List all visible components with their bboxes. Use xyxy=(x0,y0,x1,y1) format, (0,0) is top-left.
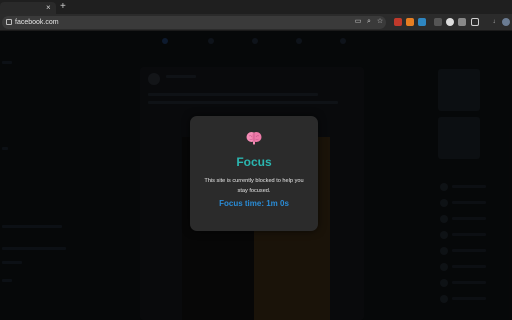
browser-tab-bar: × + xyxy=(0,0,512,14)
tab-close-button[interactable]: × xyxy=(46,3,51,13)
browser-tab[interactable]: × xyxy=(0,2,56,14)
cast-icon[interactable]: ▭ xyxy=(354,18,362,26)
site-settings-icon[interactable] xyxy=(6,19,12,25)
extension-icon[interactable] xyxy=(418,18,426,26)
zoom-icon[interactable]: ⌕ xyxy=(365,18,373,26)
extension-icon[interactable] xyxy=(406,18,414,26)
extension-icon[interactable] xyxy=(434,18,442,26)
download-icon[interactable]: ↓ xyxy=(490,18,498,26)
modal-title: Focus xyxy=(236,155,272,169)
profile-icon[interactable] xyxy=(502,18,510,26)
extension-icon[interactable] xyxy=(446,18,454,26)
brain-icon xyxy=(246,132,262,145)
address-bar[interactable]: facebook.com ▭ ⌕ ☆ xyxy=(2,16,386,29)
modal-message: This site is currently blocked to help y… xyxy=(204,178,304,194)
browser-toolbar: facebook.com ▭ ⌕ ☆ ↓ xyxy=(0,14,512,31)
extension-icon[interactable] xyxy=(394,18,402,26)
focus-modal: Focus This site is currently blocked to … xyxy=(190,116,318,231)
focus-timer: Focus time: 1m 0s xyxy=(219,199,289,208)
url-text: facebook.com xyxy=(15,19,59,26)
extension-icon[interactable] xyxy=(458,18,466,26)
bookmark-star-icon[interactable]: ☆ xyxy=(376,18,384,26)
new-tab-button[interactable]: + xyxy=(60,2,66,12)
extensions-puzzle-icon[interactable] xyxy=(471,18,479,26)
